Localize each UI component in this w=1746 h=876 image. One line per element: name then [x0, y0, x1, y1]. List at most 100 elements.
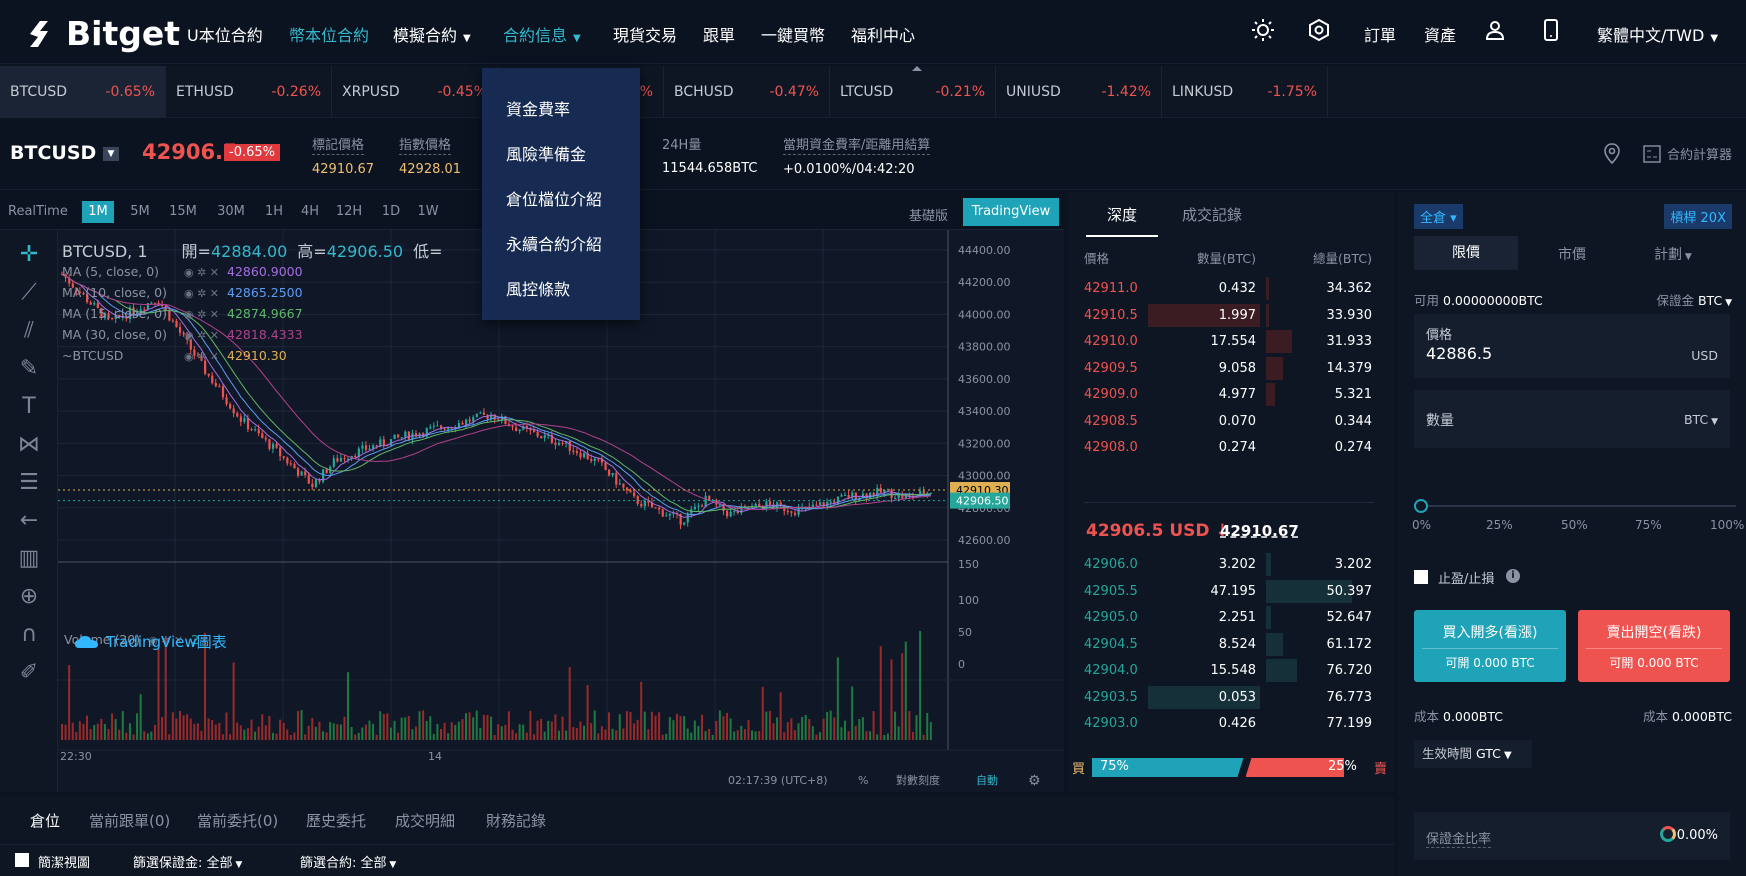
slider-mark[interactable]: 75%	[1635, 518, 1662, 532]
price-input[interactable]: 價格 42886.5 USD	[1414, 314, 1730, 378]
chart-footer-auto[interactable]: 自動	[976, 773, 998, 787]
slider-mark[interactable]: 0%	[1412, 518, 1431, 532]
ticker-item[interactable]: LTCUSD -0.21%	[830, 66, 996, 118]
nav-orders[interactable]: 訂單	[1364, 22, 1396, 46]
quantity-unit-selector[interactable]: BTC ▼	[1684, 412, 1718, 427]
magnet-icon[interactable]: ∩	[14, 620, 44, 650]
nav-item-2[interactable]: 模擬合約 ▼	[393, 22, 471, 46]
ticker-item[interactable]: XRPUSD -0.45%	[332, 66, 498, 118]
tradingview-badge[interactable]: TradingView圖表	[74, 631, 227, 652]
orderbook-row[interactable]: 42904.0 15.548 76.720	[1068, 657, 1394, 683]
user-icon[interactable]	[1483, 18, 1507, 42]
orderbook-row[interactable]: 42911.0 0.432 34.362	[1068, 275, 1394, 301]
margin-coin-selector[interactable]: 保證金 BTC ▼	[1656, 290, 1732, 309]
slider-track[interactable]	[1420, 505, 1736, 507]
timeframe-15M[interactable]: 15M	[168, 201, 198, 223]
info-icon[interactable]: i	[1506, 569, 1520, 583]
timeframe-30M[interactable]: 30M	[215, 201, 247, 223]
nav-item-7[interactable]: 福利中心	[851, 22, 915, 46]
pencil-lock-icon[interactable]: ✐	[14, 658, 44, 688]
bottom-tab-2[interactable]: 當前委托(0)	[197, 810, 278, 831]
chart-footer-time[interactable]: 02:17:39 (UTC+8)	[728, 774, 828, 787]
tpsl-checkbox[interactable]	[1414, 570, 1428, 584]
symbol-selector[interactable]: BTCUSD ▼	[10, 142, 119, 164]
time-in-force-selector[interactable]: 生效時間 GTC ▼	[1414, 740, 1532, 768]
menu-item-0[interactable]: 資金費率	[506, 96, 570, 120]
ticker-item[interactable]: UNIUSD -1.42%	[996, 66, 1162, 118]
margin-ratio-label[interactable]: 保證金比率	[1426, 828, 1492, 848]
margin-mode-selector[interactable]: 全倉 ▾	[1414, 204, 1463, 229]
nav-item-0[interactable]: U本位合約	[187, 22, 263, 46]
nav-item-5[interactable]: 跟單	[703, 22, 735, 46]
timeframe-1D[interactable]: 1D	[380, 201, 402, 223]
tab-plan[interactable]: 計劃 ▼	[1654, 244, 1692, 264]
contract-calculator[interactable]: 合約計算器	[1643, 144, 1732, 163]
tab-limit[interactable]: 限價	[1414, 236, 1518, 270]
phone-icon[interactable]	[1539, 18, 1563, 42]
nav-assets[interactable]: 資產	[1424, 22, 1456, 46]
ticker-item[interactable]: BCHUSD -0.47%	[664, 66, 830, 118]
nav-item-3[interactable]: 合約信息 ▼	[503, 22, 581, 46]
quantity-input[interactable]: 數量 BTC ▼	[1414, 390, 1730, 448]
logo[interactable]: Bitget	[26, 14, 180, 53]
timeframe-1W[interactable]: 1W	[414, 201, 442, 223]
brush-icon[interactable]: ✎	[14, 354, 44, 384]
orderbook-row[interactable]: 42908.0 0.274 0.274	[1068, 434, 1394, 460]
settings-hex-icon[interactable]	[1307, 18, 1331, 42]
basic-mode-button[interactable]: 基礎版	[909, 205, 948, 224]
nav-item-6[interactable]: 一鍵買幣	[761, 22, 825, 46]
measure-icon[interactable]: ☰	[14, 468, 44, 498]
bottom-tab-0[interactable]: 倉位	[30, 810, 60, 831]
bottom-tab-5[interactable]: 財務記錄	[486, 810, 546, 831]
slider-mark[interactable]: 50%	[1561, 518, 1588, 532]
ticker-item[interactable]: LINKUSD -1.75%	[1162, 66, 1328, 118]
legend-controls-icon[interactable]: ◉ ✲ ✕	[184, 329, 219, 342]
bottom-tab-4[interactable]: 成交明細	[395, 810, 455, 831]
back-arrow-icon[interactable]: ←	[14, 506, 44, 536]
crosshair-icon[interactable]: ✛	[14, 240, 44, 270]
bars-icon[interactable]: ▥	[14, 544, 44, 574]
ticker-item[interactable]: ETHUSD -0.26%	[166, 66, 332, 118]
language-selector[interactable]: 繁體中文/TWD ▼	[1597, 22, 1718, 46]
simple-view-checkbox[interactable]	[15, 853, 29, 867]
orderbook-row[interactable]: 42909.5 9.058 14.379	[1068, 355, 1394, 381]
menu-item-3[interactable]: 永續合約介紹	[506, 231, 602, 255]
timeframe-12H[interactable]: 12H	[334, 201, 364, 223]
sell-short-button[interactable]: 賣出開空(看跌) 可開 0.000 BTC	[1578, 610, 1730, 682]
orderbook-row[interactable]: 42904.5 8.524 61.172	[1068, 631, 1394, 657]
filter-contract-selector[interactable]: 篩選合約: 全部 ▼	[300, 852, 396, 871]
mark-price-label[interactable]: 標記價格	[312, 134, 365, 155]
leverage-button[interactable]: 槓桿 20X	[1664, 204, 1732, 229]
timeframe-5M[interactable]: 5M	[128, 201, 152, 223]
orderbook-row[interactable]: 42910.5 1.997 33.930	[1068, 302, 1394, 328]
location-pin-icon[interactable]	[1601, 142, 1623, 166]
timeframe-1M[interactable]: 1M	[82, 201, 114, 223]
timeframe-4H[interactable]: 4H	[299, 201, 321, 223]
text-icon[interactable]: T	[14, 392, 44, 422]
orderbook-row[interactable]: 42905.0 2.251 52.647	[1068, 604, 1394, 630]
chart-footer-log[interactable]: 對數刻度	[896, 773, 940, 787]
orderbook-row[interactable]: 42903.5 0.053 76.773	[1068, 684, 1394, 710]
orderbook-row[interactable]: 42908.5 0.070 0.344	[1068, 408, 1394, 434]
fork-icon[interactable]: ⫽	[14, 316, 44, 346]
pattern-icon[interactable]: ⋈	[14, 430, 44, 460]
nav-item-4[interactable]: 現貨交易	[613, 22, 677, 46]
gear-icon[interactable]: ⚙	[1028, 773, 1041, 789]
bottom-tab-3[interactable]: 歷史委托	[306, 810, 366, 831]
nav-item-1[interactable]: 幣本位合約	[289, 22, 369, 46]
menu-item-2[interactable]: 倉位檔位介紹	[506, 186, 602, 210]
slider-mark[interactable]: 25%	[1486, 518, 1513, 532]
orderbook-row[interactable]: 42909.0 4.977 5.321	[1068, 381, 1394, 407]
menu-item-1[interactable]: 風險準備金	[506, 141, 586, 165]
buy-long-button[interactable]: 買入開多(看漲) 可開 0.000 BTC	[1414, 610, 1566, 682]
tab-market[interactable]: 市價	[1558, 244, 1586, 264]
tradingview-mode-button[interactable]: TradingView	[963, 198, 1059, 226]
bottom-tab-1[interactable]: 當前跟單(0)	[89, 810, 170, 831]
zoom-icon[interactable]: ⊕	[14, 582, 44, 612]
filter-margin-selector[interactable]: 篩選保證金: 全部 ▼	[133, 852, 242, 871]
tab-trades[interactable]: 成交記錄	[1182, 204, 1242, 225]
chart-footer-pct[interactable]: %	[858, 774, 868, 787]
trendline-icon[interactable]: ⟋	[14, 278, 44, 308]
orderbook-row[interactable]: 42903.0 0.426 77.199	[1068, 710, 1394, 736]
legend-controls-icon[interactable]: ◉ ✲ ✕	[184, 308, 219, 321]
